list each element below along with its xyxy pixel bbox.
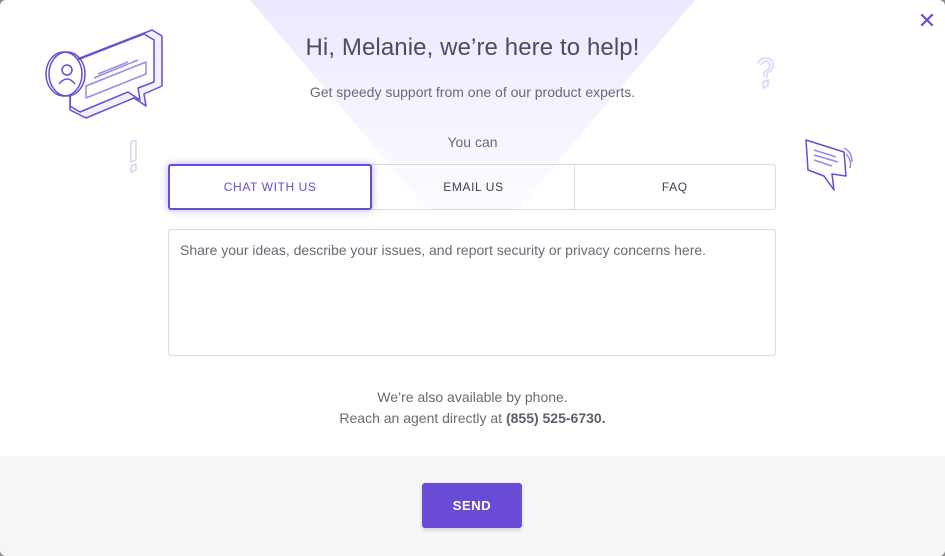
- message-input[interactable]: [168, 229, 776, 356]
- dialog-subtitle: Get speedy support from one of our produ…: [309, 84, 636, 100]
- tab-faq[interactable]: FAQ: [573, 165, 775, 209]
- phone-contact-line: Reach an agent directly at (855) 525-673…: [0, 410, 945, 426]
- phone-prefix: Reach an agent directly at: [339, 410, 506, 426]
- contact-tabs: CHAT WITH US EMAIL US FAQ: [168, 164, 776, 210]
- help-dialog: ✕ Hi, Melanie, we’re here to help! Get s…: [0, 0, 945, 556]
- phone-number: (855) 525-6730.: [505, 410, 606, 426]
- tab-chat-with-us[interactable]: CHAT WITH US: [168, 164, 373, 210]
- dialog-title: Hi, Melanie, we’re here to help!: [305, 34, 640, 61]
- send-button[interactable]: SEND: [422, 483, 522, 528]
- options-label: You can: [447, 134, 498, 150]
- close-icon[interactable]: ✕: [917, 10, 937, 32]
- phone-info: We’re also available by phone.: [377, 389, 568, 405]
- tab-email-us[interactable]: EMAIL US: [372, 165, 573, 209]
